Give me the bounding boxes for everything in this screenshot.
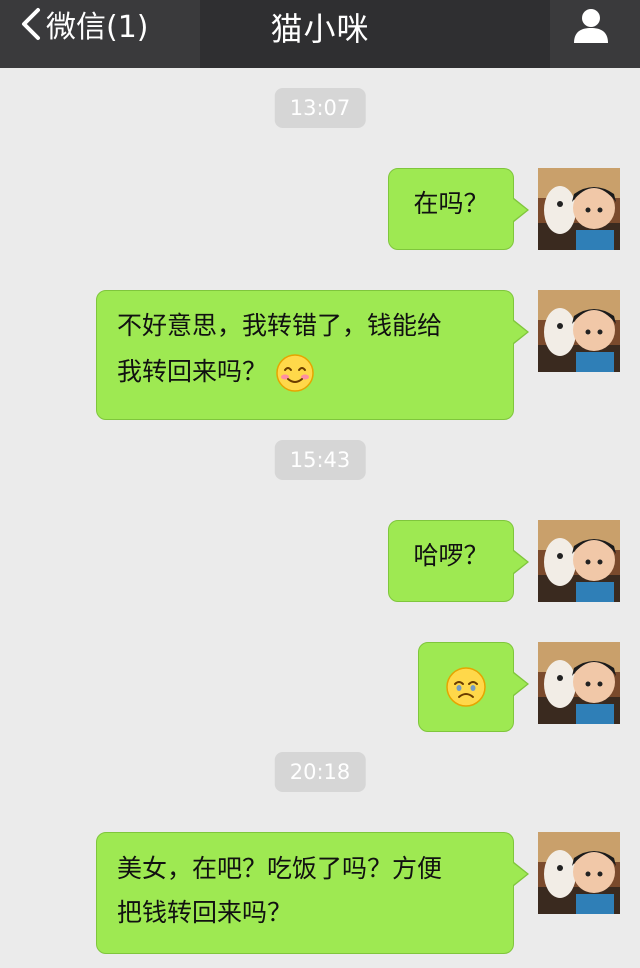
timestamp: 15:43 xyxy=(274,440,366,480)
smile-blush-emoji xyxy=(276,354,314,392)
timestamp: 20:18 xyxy=(274,752,366,792)
nav-bar: 微信(1) 猫小咪 xyxy=(0,0,640,68)
back-button[interactable]: 微信(1) xyxy=(20,6,149,45)
avatar[interactable] xyxy=(538,168,620,250)
avatar-image xyxy=(538,168,620,250)
sad-emoji xyxy=(446,667,486,707)
avatar-image xyxy=(538,642,620,724)
avatar-image xyxy=(538,832,620,914)
chat-title: 猫小咪 xyxy=(270,10,370,48)
message-text-line2: 我转回来吗？ xyxy=(117,349,493,395)
message-text-line1: 美女，在吧？吃饭了吗？方便 xyxy=(117,854,443,883)
message-bubble[interactable]: 美女，在吧？吃饭了吗？方便 把钱转回来吗？ xyxy=(96,832,529,954)
back-label: 微信(1) xyxy=(46,10,149,45)
avatar[interactable] xyxy=(538,642,620,724)
message-text-line2: 把钱转回来吗？ xyxy=(117,898,293,927)
message-bubble[interactable] xyxy=(418,642,529,732)
avatar-image xyxy=(538,520,620,602)
avatar-image xyxy=(538,290,620,372)
avatar[interactable] xyxy=(538,520,620,602)
message-bubble[interactable]: 不好意思，我转错了，钱能给 我转回来吗？ xyxy=(96,290,529,420)
user-icon[interactable] xyxy=(572,6,610,44)
message-text: 在吗？ xyxy=(413,189,489,218)
message-bubble[interactable]: 在吗？ xyxy=(388,168,529,250)
avatar[interactable] xyxy=(538,832,620,914)
message-bubble[interactable]: 哈啰？ xyxy=(388,520,529,602)
avatar[interactable] xyxy=(538,290,620,372)
chevron-left-icon xyxy=(22,8,40,40)
message-text: 我转回来吗？ xyxy=(117,357,268,386)
message-text: 哈啰？ xyxy=(413,541,489,570)
timestamp: 13:07 xyxy=(274,88,366,128)
message-text-line1: 不好意思，我转错了，钱能给 xyxy=(117,311,443,340)
